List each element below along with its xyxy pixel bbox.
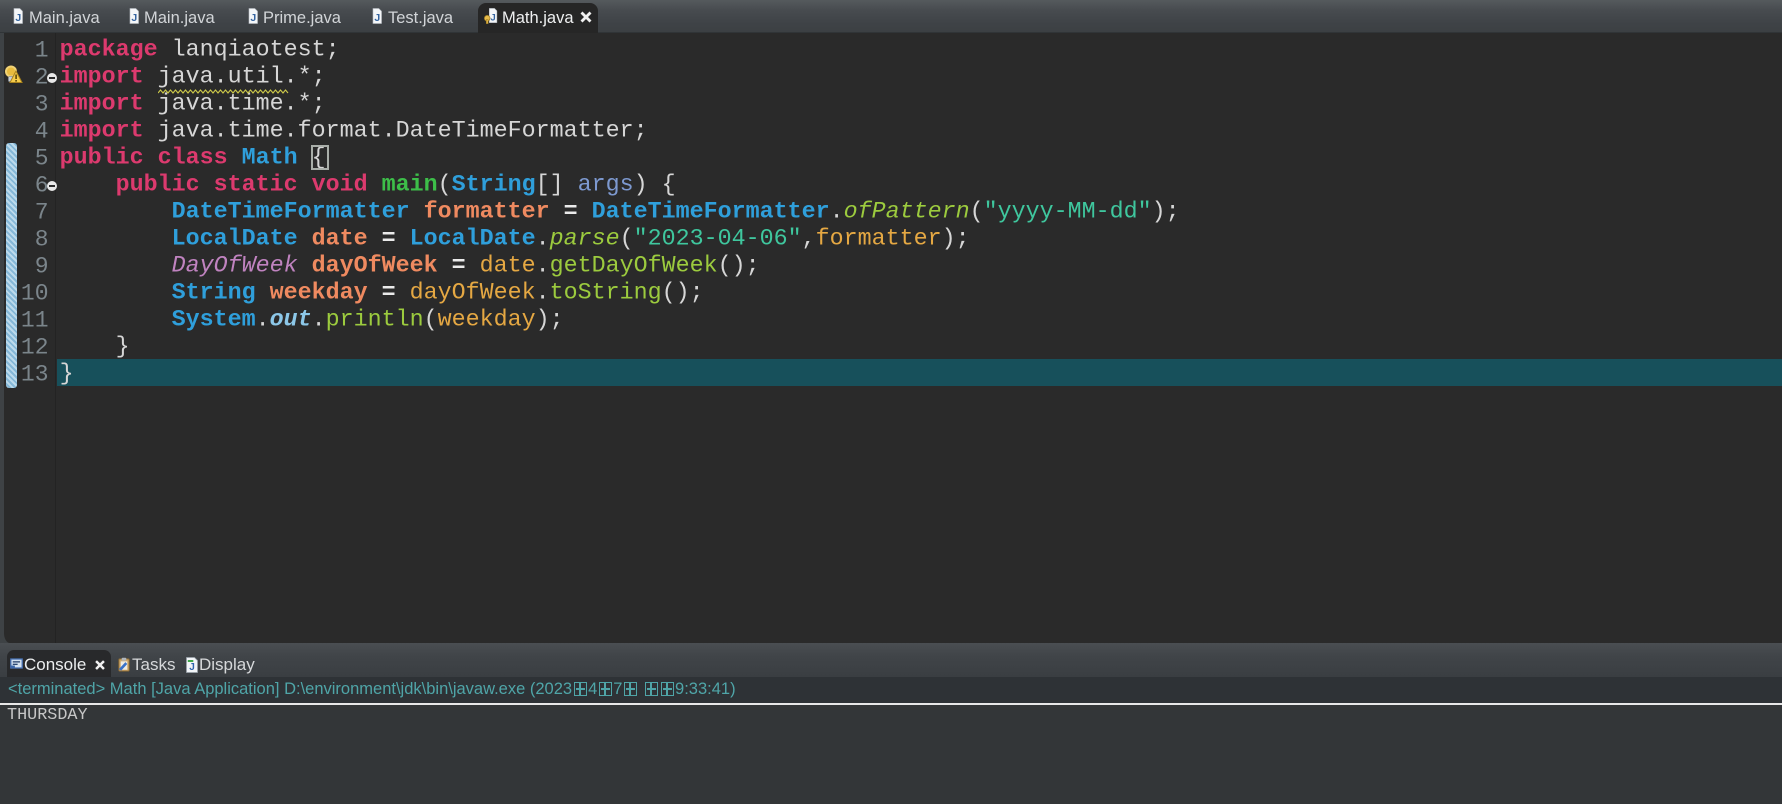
svg-text:J: J	[374, 12, 380, 24]
svg-text:J: J	[189, 662, 195, 673]
svg-text:J: J	[250, 12, 256, 24]
svg-text:J: J	[131, 12, 137, 24]
svg-text:J: J	[15, 12, 21, 24]
svg-text:J: J	[491, 12, 496, 22]
